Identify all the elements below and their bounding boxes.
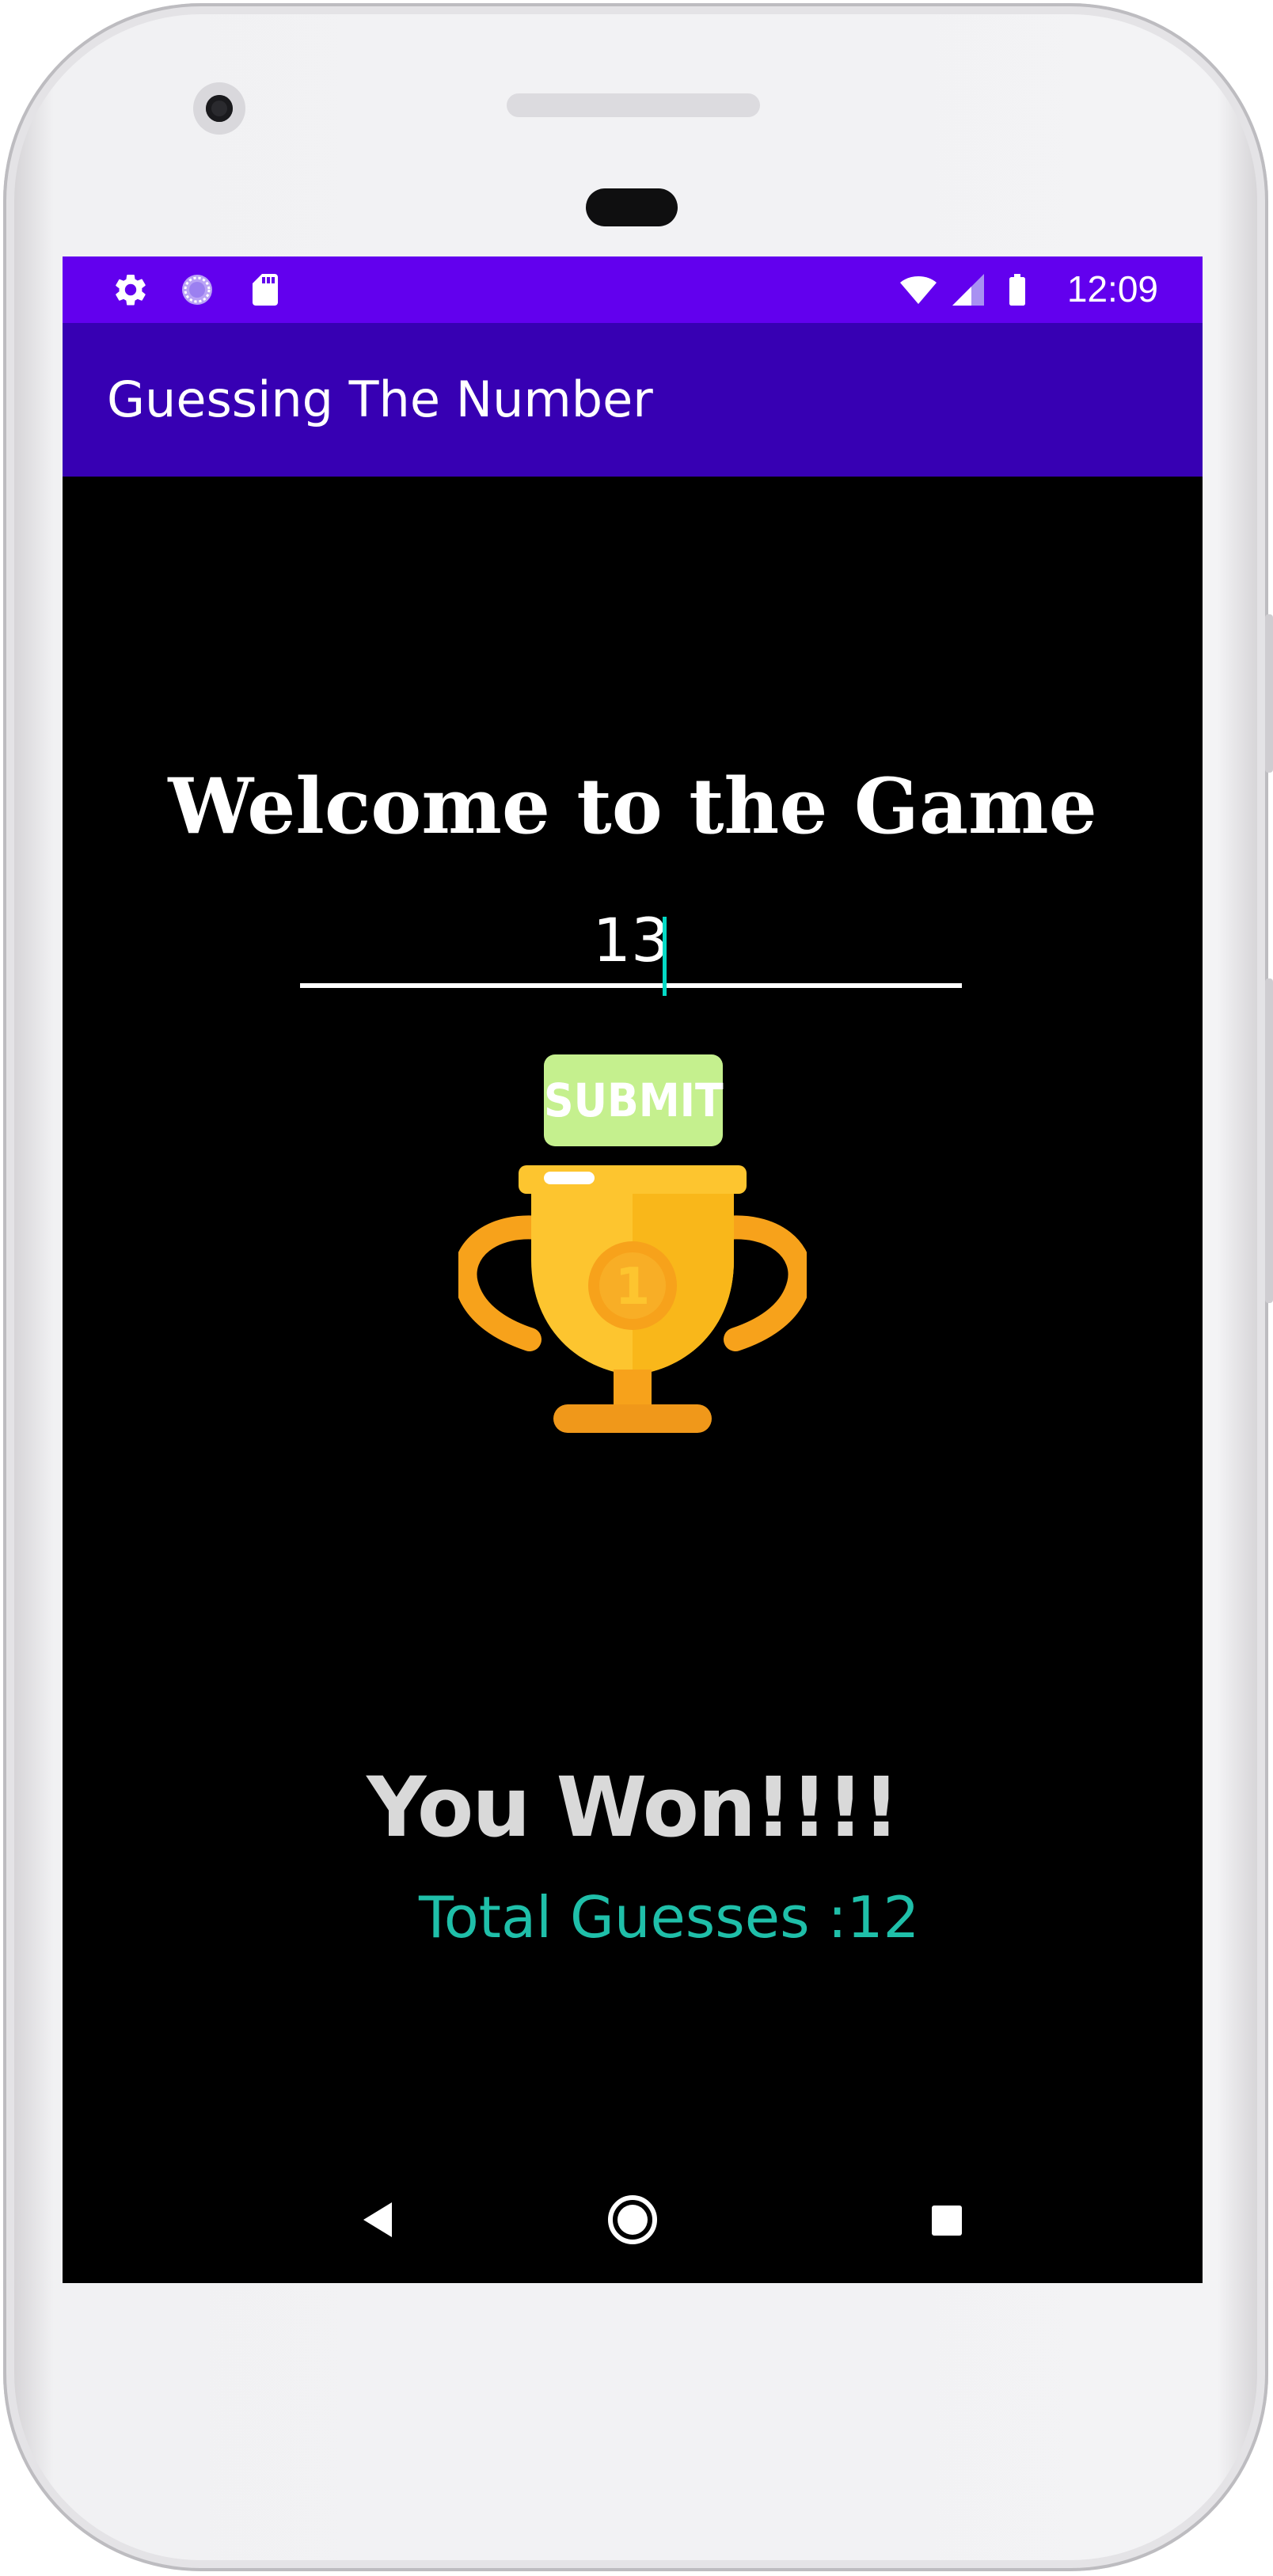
wifi-icon (900, 276, 937, 304)
trophy-icon: 1 (458, 1165, 807, 1433)
text-cursor (663, 917, 667, 996)
sd-card-icon (253, 274, 278, 306)
proximity-sensor (586, 188, 678, 226)
power-key[interactable] (1265, 614, 1273, 773)
status-bar: 12:09 (63, 256, 1203, 323)
app-title: Guessing The Number (107, 370, 653, 428)
guess-input[interactable] (300, 896, 962, 988)
submit-button[interactable]: SUBMIT (544, 1054, 724, 1146)
recents-icon[interactable] (906, 2180, 986, 2259)
earpiece-speaker (507, 93, 760, 117)
home-icon[interactable] (593, 2180, 672, 2259)
screen: 12:09 Guessing The Number Welcome to the… (63, 256, 1203, 2283)
navigation-bar (63, 2156, 1203, 2283)
volume-key[interactable] (1265, 978, 1273, 1303)
trophy-number: 1 (615, 1258, 651, 1316)
game-content: Welcome to the Game SUBMIT 1 You Won!!!!… (63, 477, 1203, 2283)
signal-icon (952, 274, 984, 306)
status-time: 12:09 (1066, 268, 1158, 310)
welcome-heading: Welcome to the Game (168, 762, 1097, 851)
result-text: You Won!!!! (367, 1759, 900, 1856)
app-bar: Guessing The Number (63, 323, 1203, 477)
total-guesses-text: Total Guesses :12 (419, 1884, 920, 1951)
front-camera (193, 82, 245, 135)
battery-icon (1009, 274, 1025, 306)
back-icon[interactable] (340, 2180, 419, 2259)
loading-circle-icon (182, 275, 212, 305)
settings-icon (116, 274, 146, 306)
